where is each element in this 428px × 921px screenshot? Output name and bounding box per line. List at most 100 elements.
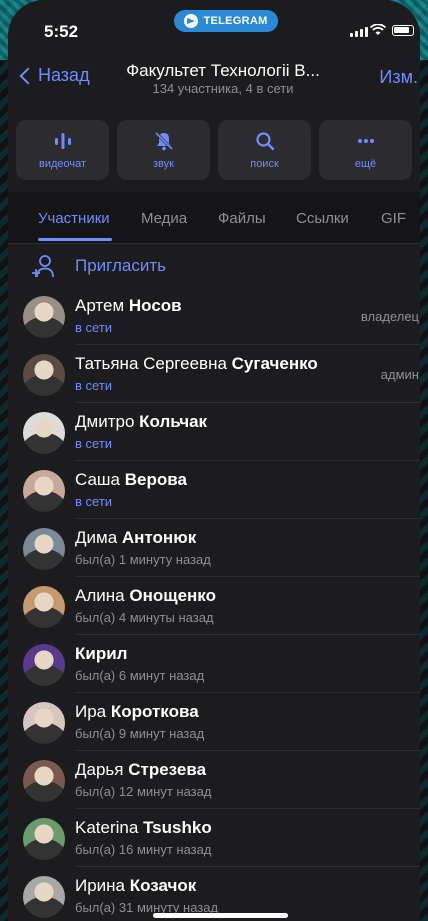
search-button[interactable]: поиск <box>218 120 311 180</box>
avatar <box>23 470 65 512</box>
member-status: в сети <box>75 378 113 393</box>
member-first-name: Дмитро <box>75 412 135 431</box>
member-row[interactable]: Татьяна Сергеевна Сугаченко в сети админ <box>8 345 420 403</box>
more-button[interactable]: ещё <box>319 120 412 180</box>
tab-files[interactable]: Файлы <box>218 210 266 227</box>
avatar <box>23 296 65 338</box>
member-row[interactable]: Кирил был(а) 6 минут назад <box>8 635 420 693</box>
member-row[interactable]: Дарья Стрезева был(а) 12 минут назад <box>8 751 420 809</box>
member-last-name: Верова <box>124 470 187 489</box>
status-bar: 5:52 TELEGRAM <box>8 0 420 50</box>
videochat-icon <box>54 133 71 149</box>
divider <box>8 243 420 244</box>
avatar <box>23 702 65 744</box>
member-name: Кирил <box>75 644 127 664</box>
search-icon <box>255 132 274 151</box>
member-last-name: Стрезева <box>128 760 207 779</box>
chat-title: Факультет Технологіі В... <box>126 61 320 80</box>
member-first-name: Ирина <box>75 876 126 895</box>
videochat-button[interactable]: видеочат <box>16 120 109 180</box>
back-label: Назад <box>38 65 90 85</box>
member-status: был(а) 6 минут назад <box>75 668 205 683</box>
chat-subtitle: 134 участника, 4 в сети <box>152 81 294 96</box>
member-status: был(а) 9 минут назад <box>75 726 205 741</box>
telegram-group-info-screen: 5:52 TELEGRAM Назад Факультет Технологіі… <box>8 0 420 921</box>
member-name: Алина Онощенко <box>75 586 216 606</box>
battery-icon <box>392 25 414 36</box>
more-label: ещё <box>354 158 377 170</box>
home-indicator[interactable] <box>153 913 288 918</box>
avatar <box>23 818 65 860</box>
edit-button[interactable]: Изм. <box>379 67 418 88</box>
telegram-return-pill[interactable]: TELEGRAM <box>174 10 278 32</box>
avatar <box>23 760 65 802</box>
member-last-name: Tsushko <box>143 818 212 837</box>
member-last-name: Онощенко <box>129 586 216 605</box>
member-first-name: Татьяна Сергеевна <box>75 354 227 373</box>
tab-media[interactable]: Медиа <box>141 210 187 227</box>
member-name: Ирина Козачок <box>75 876 196 896</box>
member-status: был(а) 12 минут назад <box>75 784 212 799</box>
avatar <box>23 354 65 396</box>
action-buttons: видеочат звук поиск ещё <box>16 120 412 180</box>
tab-links[interactable]: Ссылки <box>296 210 349 227</box>
member-role: владелец <box>360 309 419 324</box>
telegram-icon <box>184 14 199 28</box>
member-status: в сети <box>75 436 113 451</box>
member-first-name: Ира <box>75 702 107 721</box>
tab-bar: Участники Медиа Файлы Ссылки GIF <box>8 192 420 244</box>
more-icon <box>357 139 374 143</box>
videochat-label: видеочат <box>38 158 87 170</box>
add-user-icon <box>32 255 54 278</box>
avatar <box>23 644 65 686</box>
invite-button[interactable]: Пригласить <box>8 245 420 287</box>
member-last-name: Короткова <box>110 702 199 721</box>
member-row[interactable]: Саша Верова в сети <box>8 461 420 519</box>
member-status: был(а) 16 минут назад <box>75 842 212 857</box>
sound-label: звук <box>153 158 174 170</box>
member-last-name: Сугаченко <box>231 354 318 373</box>
member-status: в сети <box>75 494 113 509</box>
member-last-name: Носов <box>128 296 182 315</box>
member-name: Саша Верова <box>75 470 187 490</box>
sound-button[interactable]: звук <box>117 120 210 180</box>
member-name: Katerina Tsushko <box>75 818 212 838</box>
member-name: Дмитро Кольчак <box>75 412 207 432</box>
wifi-icon <box>370 24 386 35</box>
avatar <box>23 586 65 628</box>
status-time: 5:52 <box>44 22 79 41</box>
member-row[interactable]: Дмитро Кольчак в сети <box>8 403 420 461</box>
member-row[interactable]: Katerina Tsushko был(а) 16 минут назад <box>8 809 420 867</box>
member-row[interactable]: Артем Носов в сети владелец <box>8 287 420 345</box>
search-label: поиск <box>250 158 279 170</box>
invite-label: Пригласить <box>75 256 167 275</box>
signal-icon <box>350 27 368 37</box>
navigation-bar: Назад Факультет Технологіі В... 134 учас… <box>8 55 420 101</box>
chevron-left-icon <box>19 67 37 84</box>
member-role: админ <box>380 367 419 382</box>
member-last-name: Кольчак <box>139 412 208 431</box>
member-row[interactable]: Дима Антонюк был(а) 1 минуту назад <box>8 519 420 577</box>
member-row[interactable]: Алина Онощенко был(а) 4 минуты назад <box>8 577 420 635</box>
member-name: Дима Антонюк <box>75 528 196 548</box>
member-first-name: Дима <box>75 528 118 547</box>
member-first-name: Саша <box>75 470 121 489</box>
tab-gif[interactable]: GIF <box>381 210 406 227</box>
member-first-name: Katerina <box>75 818 139 837</box>
active-tab-indicator <box>38 238 112 241</box>
avatar <box>23 412 65 454</box>
member-first-name: Алина <box>75 586 125 605</box>
member-row[interactable]: Ира Короткова был(а) 9 минут назад <box>8 693 420 751</box>
member-name: Дарья Стрезева <box>75 760 206 780</box>
member-name: Татьяна Сергеевна Сугаченко <box>75 354 318 374</box>
member-last-name: Кирил <box>75 644 128 663</box>
member-name: Артем Носов <box>75 296 182 316</box>
member-status: был(а) 4 минуты назад <box>75 610 214 625</box>
back-button[interactable]: Назад <box>16 65 90 86</box>
avatar <box>23 876 65 918</box>
member-status: был(а) 1 минуту назад <box>75 552 211 567</box>
member-name: Ира Короткова <box>75 702 199 722</box>
tab-members[interactable]: Участники <box>38 210 110 227</box>
bell-muted-icon <box>154 131 173 151</box>
telegram-pill-label: TELEGRAM <box>203 15 268 27</box>
